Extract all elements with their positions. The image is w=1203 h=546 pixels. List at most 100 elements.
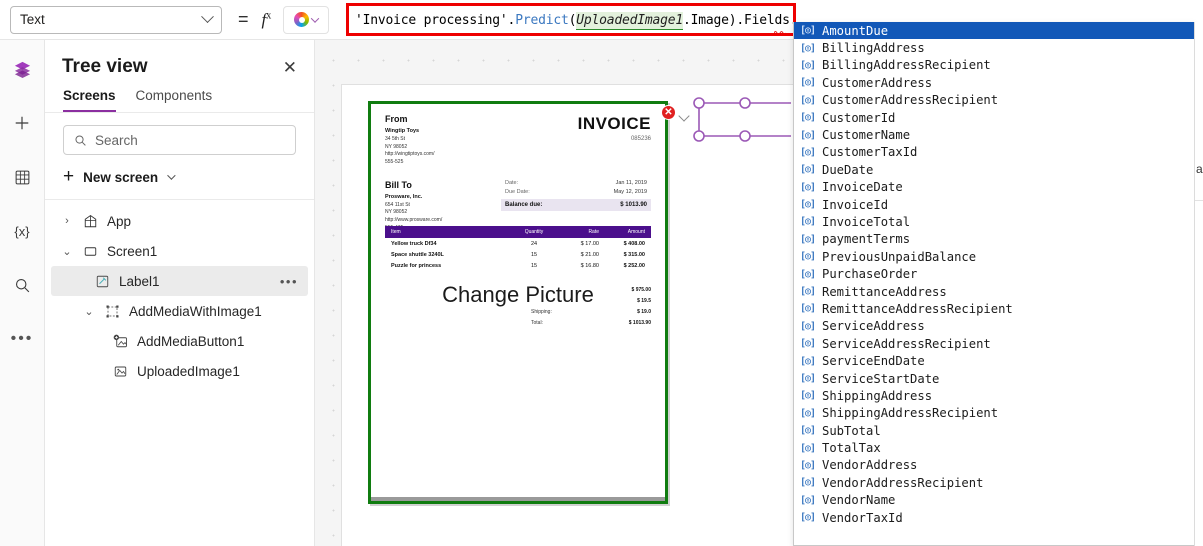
more-icon[interactable]: ••• bbox=[5, 322, 39, 356]
invoice-billto-company: Prosware, Inc. bbox=[385, 193, 423, 200]
dropdown-item[interactable]: [◎] BillingAddressRecipient bbox=[794, 57, 1194, 74]
dropdown-item[interactable]: [◎] ServiceEndDate bbox=[794, 352, 1194, 369]
intellisense-dropdown[interactable]: [◎] AmountDue [◎] BillingAddress [◎] BillingA… bbox=[793, 22, 1195, 546]
search-input[interactable]: Search bbox=[63, 125, 296, 155]
dropdown-item[interactable]: [◎] paymentTerms bbox=[794, 231, 1194, 248]
formula-token-datasource: 'Invoice processing' bbox=[355, 12, 508, 28]
property-selector[interactable]: Text bbox=[10, 5, 222, 34]
dropdown-item[interactable]: [◎] InvoiceDate bbox=[794, 179, 1194, 196]
close-icon[interactable]: ✕ bbox=[661, 105, 676, 120]
dropdown-item[interactable]: [◎] PurchaseOrder bbox=[794, 265, 1194, 282]
dropdown-item[interactable]: [◎] CustomerAddress bbox=[794, 74, 1194, 91]
dropdown-item[interactable]: [◎] SubTotal bbox=[794, 422, 1194, 439]
table-header-row: Item Quantity Rate Amount bbox=[385, 226, 651, 238]
field-icon: [◎] bbox=[800, 425, 816, 437]
formula-token-property: .Image bbox=[683, 12, 729, 28]
dropdown-item-label: BillingAddressRecipient bbox=[822, 58, 991, 73]
right-properties-panel-clipped[interactable]: a bbox=[1194, 22, 1203, 546]
chevron-down-icon bbox=[167, 171, 176, 180]
tree-node-uploadedimage1[interactable]: UploadedImage1 bbox=[45, 356, 314, 386]
property-selector-value: Text bbox=[20, 12, 45, 27]
field-icon: [◎] bbox=[800, 268, 816, 280]
formula-token-function: Predict bbox=[515, 12, 569, 28]
dropdown-item[interactable]: [◎] AmountDue bbox=[794, 22, 1194, 40]
dropdown-item[interactable]: [◎] VendorName bbox=[794, 492, 1194, 509]
tab-screens[interactable]: Screens bbox=[63, 88, 116, 112]
tree-node-label1[interactable]: Label1 ••• bbox=[51, 266, 308, 296]
copilot-button[interactable] bbox=[283, 5, 330, 34]
dropdown-item[interactable]: [◎] InvoiceTotal bbox=[794, 213, 1194, 230]
tree-node-addmediawithimage1[interactable]: ⌄ AddMediaWithImage1 bbox=[45, 296, 314, 326]
tree-node-screen1[interactable]: ⌄ Screen1 bbox=[45, 236, 314, 266]
field-icon: [◎] bbox=[800, 25, 816, 37]
field-icon: [◎] bbox=[800, 459, 816, 471]
table-row: Yellow truck Df34 24 $ 17.00 $ 408.00 bbox=[385, 238, 651, 249]
dropdown-item[interactable]: [◎] CustomerId bbox=[794, 109, 1194, 126]
magnifier-glyph bbox=[15, 278, 29, 292]
data-icon[interactable] bbox=[5, 160, 39, 194]
tree-node-app[interactable]: › App bbox=[45, 206, 314, 236]
dropdown-item[interactable]: [◎] PreviousUnpaidBalance bbox=[794, 248, 1194, 265]
cell-rate: $ 21.00 bbox=[580, 251, 599, 258]
column-header-rate: Rate bbox=[588, 229, 599, 235]
dropdown-item[interactable]: [◎] VendorTaxId bbox=[794, 509, 1194, 526]
field-icon: [◎] bbox=[800, 233, 816, 245]
uploaded-image-control[interactable]: From Wingtip Toys 34 5th St NY 98052 htt… bbox=[368, 101, 668, 504]
variables-icon[interactable]: {x} bbox=[5, 214, 39, 248]
panel-title: Tree view bbox=[62, 56, 148, 77]
dropdown-item-label: ServiceAddress bbox=[822, 319, 925, 334]
dropdown-item[interactable]: [◎] CustomerTaxId bbox=[794, 144, 1194, 161]
more-options-icon[interactable]: ••• bbox=[280, 274, 298, 289]
change-picture-overlay[interactable]: Change Picture bbox=[371, 282, 665, 308]
dropdown-item[interactable]: [◎] DueDate bbox=[794, 161, 1194, 178]
dropdown-item[interactable]: [◎] VendorAddress bbox=[794, 457, 1194, 474]
invoice-duedate-label: Due Date: bbox=[505, 188, 530, 195]
dropdown-item[interactable]: [◎] ShippingAddress bbox=[794, 387, 1194, 404]
dropdown-item[interactable]: [◎] ServiceAddressRecipient bbox=[794, 335, 1194, 352]
total-label: Shipping: bbox=[531, 308, 552, 315]
field-icon: [◎] bbox=[800, 59, 816, 71]
chevron-down-icon[interactable]: ⌄ bbox=[61, 245, 73, 258]
equals-sign: = bbox=[238, 9, 249, 29]
total-value: $ 1013.90 bbox=[628, 319, 651, 326]
dropdown-item[interactable]: [◎] ServiceStartDate bbox=[794, 370, 1194, 387]
invoice-date-label: Date: bbox=[505, 179, 519, 186]
new-screen-button[interactable]: + New screen bbox=[45, 155, 314, 200]
dropdown-item[interactable]: [◎] RemittanceAddress bbox=[794, 283, 1194, 300]
formula-input[interactable]: 'Invoice processing'.Predict(UploadedIma… bbox=[349, 11, 793, 30]
invoice-duedate-value: May 12, 2019 bbox=[613, 188, 647, 195]
field-icon: [◎] bbox=[800, 442, 816, 454]
dropdown-item-label: VendorName bbox=[822, 493, 896, 508]
tree-view-icon[interactable] bbox=[5, 52, 39, 86]
close-icon[interactable]: ✕ bbox=[283, 59, 297, 76]
invoice-from-heading: From bbox=[385, 114, 408, 124]
formula-input-annotated[interactable]: 'Invoice processing'.Predict(UploadedIma… bbox=[346, 3, 796, 36]
dropdown-item[interactable]: [◎] CustomerAddressRecipient bbox=[794, 92, 1194, 109]
invoice-billto-line-2: http://www.prosware.com/ bbox=[385, 217, 443, 223]
dropdown-item[interactable]: [◎] BillingAddress bbox=[794, 39, 1194, 56]
column-header-item: Item bbox=[391, 229, 401, 235]
tree-node-addmediabutton1[interactable]: AddMediaButton1 bbox=[45, 326, 314, 356]
cell-rate: $ 16.80 bbox=[580, 262, 599, 269]
chevron-down-icon[interactable]: ⌄ bbox=[83, 305, 95, 318]
app-icon bbox=[81, 212, 99, 230]
search-icon[interactable] bbox=[5, 268, 39, 302]
insert-icon[interactable] bbox=[5, 106, 39, 140]
tab-components[interactable]: Components bbox=[136, 88, 213, 112]
field-icon: [◎] bbox=[800, 477, 816, 489]
chevron-right-icon[interactable]: › bbox=[61, 215, 73, 227]
dropdown-item[interactable]: [◎] ServiceAddress bbox=[794, 318, 1194, 335]
tree-view-panel: Tree view ✕ Screens Components Search + … bbox=[45, 40, 315, 546]
dropdown-item-label: InvoiceId bbox=[822, 197, 889, 212]
dropdown-item[interactable]: [◎] RemittanceAddressRecipient bbox=[794, 300, 1194, 317]
invoice-from-line-1: NY 98052 bbox=[385, 143, 408, 150]
ellipsis-glyph: ••• bbox=[10, 330, 34, 348]
field-icon: [◎] bbox=[800, 164, 816, 176]
dropdown-item[interactable]: [◎] InvoiceId bbox=[794, 196, 1194, 213]
dropdown-item[interactable]: [◎] ShippingAddressRecipient bbox=[794, 405, 1194, 422]
add-media-icon bbox=[111, 332, 129, 350]
dropdown-item[interactable]: [◎] TotalTax bbox=[794, 439, 1194, 456]
dropdown-item[interactable]: [◎] CustomerName bbox=[794, 126, 1194, 143]
dropdown-item[interactable]: [◎] VendorAddressRecipient bbox=[794, 474, 1194, 491]
grid-glyph bbox=[15, 170, 29, 184]
